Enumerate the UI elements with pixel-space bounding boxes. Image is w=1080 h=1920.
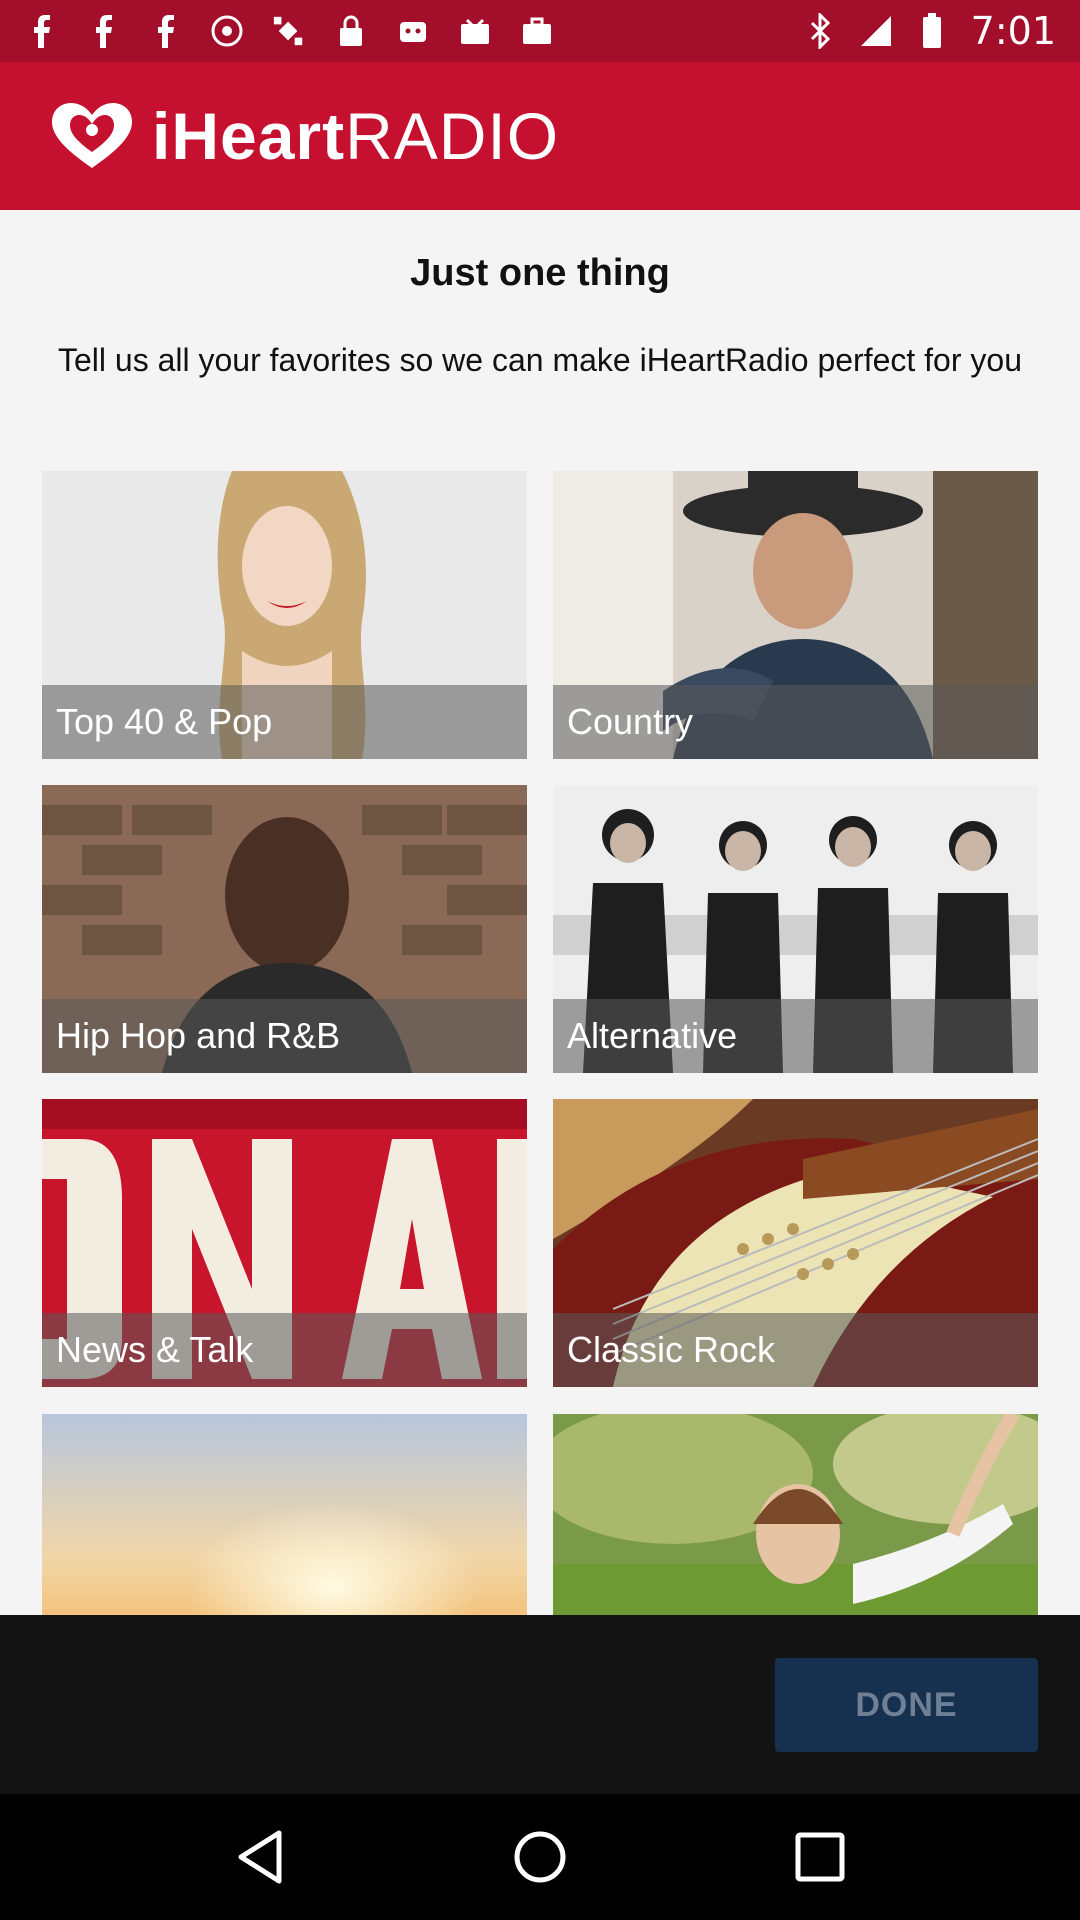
- genre-tile-top40-pop[interactable]: Top 40 & Pop: [42, 471, 527, 759]
- facebook-icon: [86, 14, 120, 48]
- logo-text-light: RADIO: [345, 99, 560, 173]
- action-bar: DONE: [0, 1615, 1080, 1794]
- back-icon[interactable]: [225, 1822, 295, 1892]
- heart-logo-icon: [52, 103, 132, 168]
- genre-label-bar: Top 40 & Pop: [42, 685, 527, 759]
- logo-text-bold: iHeart: [152, 99, 346, 173]
- navigation-bar: [0, 1794, 1080, 1920]
- app-header: iHeartRADIO: [0, 62, 1080, 210]
- logo-text: iHeartRADIO: [152, 98, 559, 174]
- facebook-icon: [148, 14, 182, 48]
- genre-tile-news-talk[interactable]: News & Talk: [42, 1099, 527, 1387]
- genre-label-bar: Country: [553, 685, 1038, 759]
- robot-icon: [396, 14, 430, 48]
- genre-label: Classic Rock: [567, 1329, 776, 1370]
- battery-icon: [915, 13, 949, 48]
- signal-icon: [859, 14, 893, 48]
- lock-icon: [334, 14, 368, 48]
- page-subtitle: Tell us all your favorites so we can mak…: [58, 342, 1022, 378]
- status-bar: 7:01: [0, 0, 1080, 62]
- genre-label: Country: [567, 701, 694, 742]
- genre-label: Alternative: [567, 1015, 738, 1056]
- briefcase-icon: [520, 14, 554, 48]
- status-left-icons: [24, 14, 554, 48]
- hotspot-icon: [210, 14, 244, 48]
- page-title: Just one thing: [410, 252, 670, 294]
- genre-tile-classic-rock[interactable]: Classic Rock: [553, 1099, 1038, 1387]
- genre-label-bar: News & Talk: [42, 1313, 527, 1387]
- genre-tile-hiphop-rnb[interactable]: Hip Hop and R&B: [42, 785, 527, 1073]
- iheartradio-logo: iHeartRADIO: [44, 98, 559, 174]
- genre-tile-alternative[interactable]: Alternative: [553, 785, 1038, 1073]
- fake-gps-icon: [272, 14, 306, 48]
- genre-label: Top 40 & Pop: [56, 701, 273, 742]
- genre-label: News & Talk: [56, 1329, 254, 1370]
- done-button[interactable]: DONE: [775, 1658, 1038, 1752]
- recents-icon[interactable]: [785, 1822, 855, 1892]
- genre-tile-country[interactable]: Country: [553, 471, 1038, 759]
- genre-label-bar: Classic Rock: [553, 1313, 1038, 1387]
- screen: 7:01 iHeartRADIO Just one thing Tell us …: [0, 0, 1080, 1920]
- inbox-icon: [458, 14, 492, 48]
- home-icon[interactable]: [505, 1822, 575, 1892]
- genre-label-bar: Hip Hop and R&B: [42, 999, 527, 1073]
- genre-label-bar: Alternative: [553, 999, 1038, 1073]
- status-right-icons: 7:01: [803, 9, 1056, 53]
- genre-label: Hip Hop and R&B: [56, 1015, 341, 1056]
- facebook-icon: [24, 14, 58, 48]
- bluetooth-icon: [803, 13, 837, 49]
- status-time: 7:01: [970, 9, 1056, 53]
